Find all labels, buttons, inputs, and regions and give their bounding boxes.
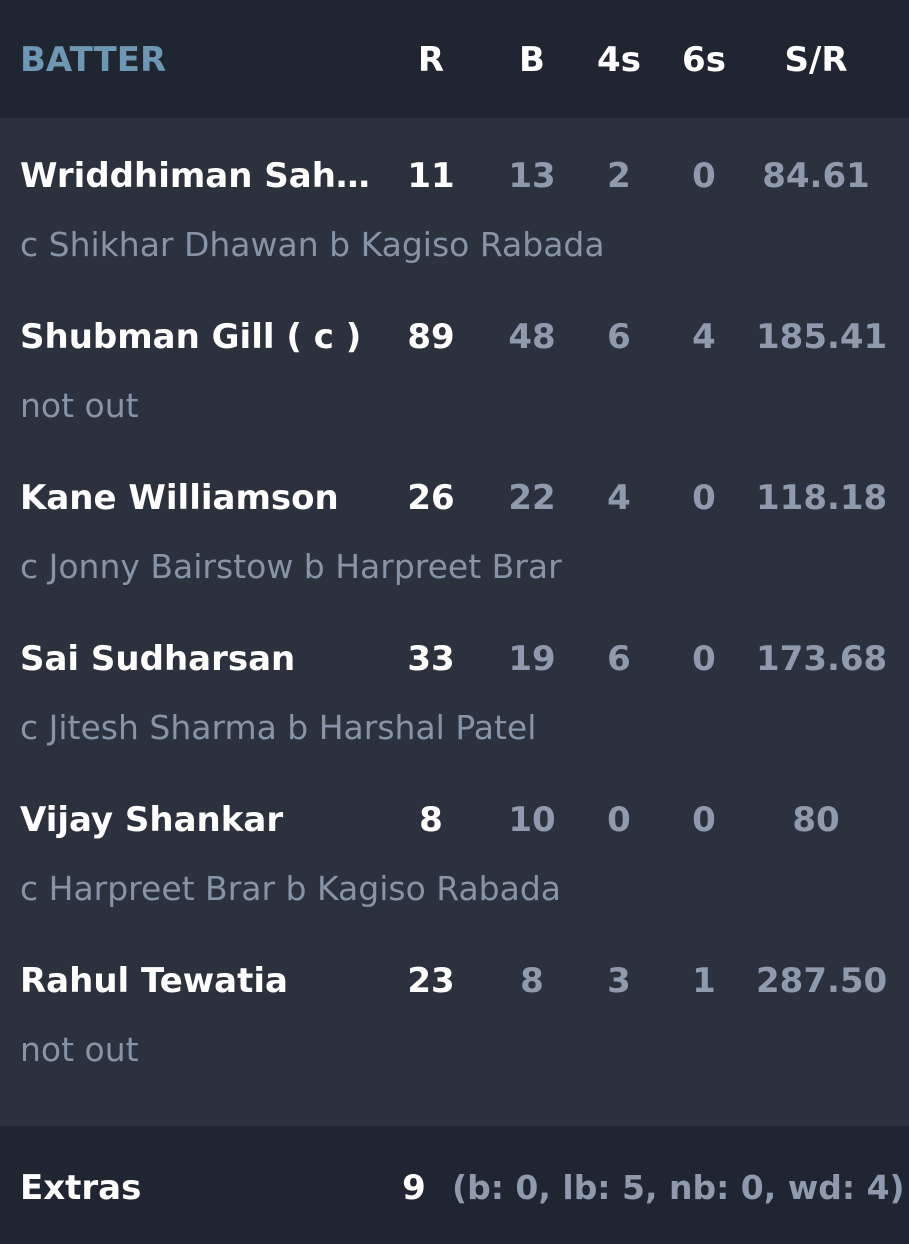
batter-strike-rate: 84.61 bbox=[762, 156, 870, 196]
batter-sixes: 1 bbox=[692, 961, 716, 1001]
header-strike-rate: S/R bbox=[784, 40, 848, 80]
batter-fours: 4 bbox=[607, 478, 631, 518]
batter-dismissal: not out bbox=[20, 386, 139, 425]
batter-name[interactable]: Rahul Tewatia bbox=[20, 959, 375, 1003]
batter-dismissal: c Jonny Bairstow b Harpreet Brar bbox=[20, 547, 562, 586]
extras-detail: (b: 0, lb: 5, nb: 0, wd: 4) bbox=[452, 1168, 905, 1207]
extras-row: Extras 9 (b: 0, lb: 5, nb: 0, wd: 4) bbox=[0, 1126, 909, 1244]
batter-name[interactable]: Sai Sudharsan bbox=[20, 637, 375, 681]
batter-balls: 8 bbox=[520, 961, 544, 1001]
batter-sixes: 0 bbox=[692, 156, 716, 196]
extras-label: Extras bbox=[20, 1168, 142, 1208]
batter-runs: 23 bbox=[407, 961, 455, 1001]
batter-strike-rate: 173.68 bbox=[756, 639, 888, 679]
header-runs: R bbox=[417, 40, 445, 80]
batter-runs: 89 bbox=[407, 317, 455, 357]
batter-balls: 19 bbox=[508, 639, 556, 679]
batter-name[interactable]: Vijay Shankar bbox=[20, 798, 375, 842]
batter-strike-rate: 118.18 bbox=[756, 478, 888, 518]
header-sixes: 6s bbox=[682, 40, 726, 80]
batter-row[interactable]: Kane Williamson 26 22 4 0 118.18 c Jonny… bbox=[0, 442, 909, 603]
header-batter: BATTER bbox=[20, 40, 167, 80]
batter-row[interactable]: Rahul Tewatia 23 8 3 1 287.50 not out bbox=[0, 925, 909, 1086]
batter-runs: 8 bbox=[419, 800, 443, 840]
batter-name[interactable]: Wriddhiman Saha… bbox=[20, 154, 375, 198]
batter-row[interactable]: Vijay Shankar 8 10 0 0 80 c Harpreet Bra… bbox=[0, 764, 909, 925]
batter-sixes: 4 bbox=[692, 317, 716, 357]
batter-sixes: 0 bbox=[692, 639, 716, 679]
batter-dismissal: c Jitesh Sharma b Harshal Patel bbox=[20, 708, 537, 747]
batter-fours: 6 bbox=[607, 639, 631, 679]
batter-strike-rate: 287.50 bbox=[756, 961, 888, 1001]
batter-runs: 11 bbox=[407, 156, 455, 196]
header-fours: 4s bbox=[597, 40, 641, 80]
batter-row[interactable]: Wriddhiman Saha… 11 13 2 0 84.61 c Shikh… bbox=[0, 120, 909, 281]
batter-dismissal: c Shikhar Dhawan b Kagiso Rabada bbox=[20, 225, 605, 264]
batter-fours: 3 bbox=[607, 961, 631, 1001]
batter-balls: 13 bbox=[508, 156, 556, 196]
batter-balls: 22 bbox=[508, 478, 556, 518]
batter-row[interactable]: Shubman Gill ( c ) 89 48 6 4 185.41 not … bbox=[0, 281, 909, 442]
batter-fours: 0 bbox=[607, 800, 631, 840]
batter-sixes: 0 bbox=[692, 800, 716, 840]
batter-name[interactable]: Kane Williamson bbox=[20, 476, 375, 520]
batter-row[interactable]: Sai Sudharsan 33 19 6 0 173.68 c Jitesh … bbox=[0, 603, 909, 764]
batter-fours: 6 bbox=[607, 317, 631, 357]
batter-strike-rate: 80 bbox=[792, 800, 840, 840]
batter-runs: 26 bbox=[407, 478, 455, 518]
batter-sixes: 0 bbox=[692, 478, 716, 518]
scorecard-header: BATTER R B 4s 6s S/R bbox=[0, 0, 909, 118]
batting-scorecard: BATTER R B 4s 6s S/R Wriddhiman Saha… 11… bbox=[0, 0, 909, 1244]
batter-dismissal: not out bbox=[20, 1030, 139, 1069]
batter-runs: 33 bbox=[407, 639, 455, 679]
batter-name[interactable]: Shubman Gill ( c ) bbox=[20, 315, 375, 359]
batter-balls: 10 bbox=[508, 800, 556, 840]
batter-strike-rate: 185.41 bbox=[756, 317, 888, 357]
batter-dismissal: c Harpreet Brar b Kagiso Rabada bbox=[20, 869, 562, 908]
batter-balls: 48 bbox=[508, 317, 556, 357]
header-balls: B bbox=[519, 40, 545, 80]
extras-total: 9 bbox=[402, 1168, 426, 1208]
batter-fours: 2 bbox=[607, 156, 631, 196]
